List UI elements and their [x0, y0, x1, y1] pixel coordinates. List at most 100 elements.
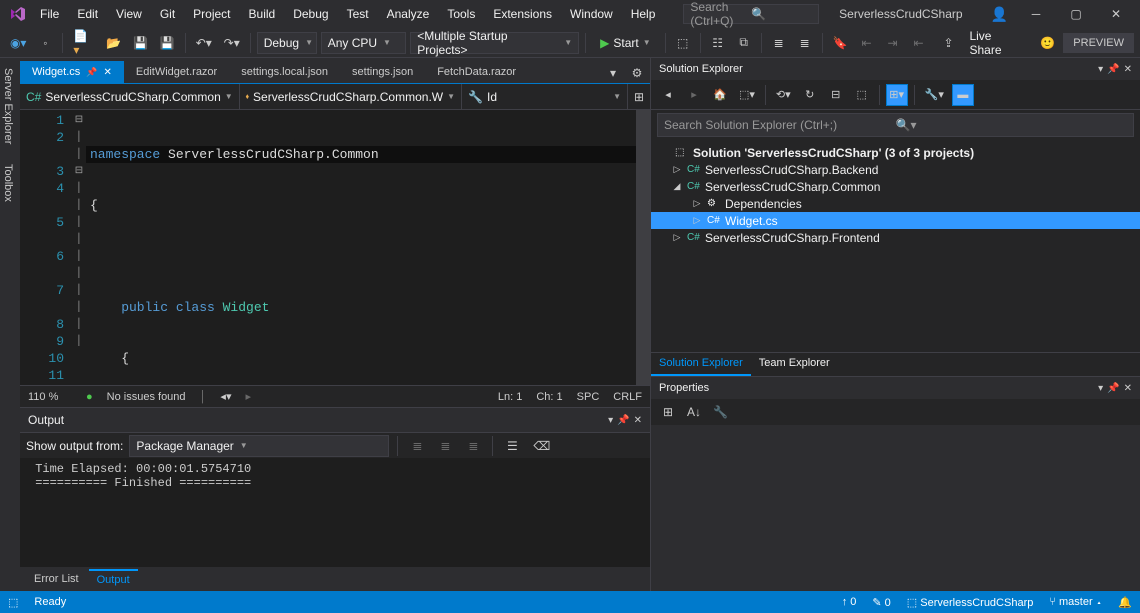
git-push-icon[interactable]: ↑ 0	[842, 596, 857, 608]
output-source-combo[interactable]: Package Manager▼	[129, 435, 389, 457]
save-icon[interactable]: 💾	[129, 32, 152, 54]
toolbox-tab[interactable]: Toolbox	[0, 154, 20, 212]
menu-test[interactable]: Test	[339, 3, 377, 25]
close-icon[interactable]: ✕	[104, 67, 112, 78]
bookmark-icon[interactable]: 🔖	[829, 32, 852, 54]
preview-button[interactable]: PREVIEW	[1063, 33, 1134, 53]
panel-menu-icon[interactable]: ▾	[608, 415, 613, 426]
se-collapse-icon[interactable]: ⊟	[825, 84, 847, 106]
save-all-icon[interactable]: 💾	[156, 32, 179, 54]
menu-view[interactable]: View	[108, 3, 150, 25]
pin-icon[interactable]: 📌	[86, 67, 97, 78]
menu-help[interactable]: Help	[623, 3, 664, 25]
se-sync-icon[interactable]: ⟲▾	[772, 84, 795, 106]
tree-deps[interactable]: ▷⚙Dependencies	[651, 195, 1140, 212]
output-tool-2[interactable]: ≣	[434, 435, 456, 457]
editor-scrollbar[interactable]	[636, 110, 650, 385]
menu-git[interactable]: Git	[152, 3, 183, 25]
menu-tools[interactable]: Tools	[439, 3, 483, 25]
solution-tree[interactable]: ⬚Solution 'ServerlessCrudCSharp' (3 of 3…	[651, 140, 1140, 352]
minimize-button[interactable]: ─	[1016, 0, 1056, 28]
tool-icon-2[interactable]: ☷	[707, 32, 729, 54]
se-view-icon[interactable]: ⊞▾	[886, 84, 908, 106]
props-close-icon[interactable]: ✕	[1124, 383, 1132, 394]
nav-back-icon[interactable]: ◉▾	[6, 32, 30, 54]
tool-icon-4[interactable]: ≣	[768, 32, 790, 54]
output-tab[interactable]: Output	[89, 569, 138, 589]
props-wrench-icon[interactable]: 🔧	[709, 401, 732, 423]
nav-project-combo[interactable]: C#ServerlessCrudCSharp.Common▼	[20, 84, 240, 109]
tree-proj-backend[interactable]: ▷C#ServerlessCrudCSharp.Backend	[651, 161, 1140, 178]
git-repo[interactable]: ⬚ ServerlessCrudCSharp	[907, 596, 1034, 609]
tool-icon-5[interactable]: ≣	[794, 32, 816, 54]
menu-edit[interactable]: Edit	[69, 3, 106, 25]
props-cat-icon[interactable]: ⊞	[657, 401, 679, 423]
tree-proj-frontend[interactable]: ▷C#ServerlessCrudCSharp.Frontend	[651, 229, 1140, 246]
nav-fwd-icon[interactable]: ◦	[34, 32, 56, 54]
line-indicator[interactable]: Ln: 1	[498, 391, 522, 403]
fold-column[interactable]: ⊟││⊟││││││││││	[72, 110, 86, 385]
search-input[interactable]: Search (Ctrl+Q) 🔍	[683, 4, 819, 24]
tool-icon-1[interactable]: ⬚	[672, 32, 694, 54]
nav-prev-icon[interactable]: ◂▾	[220, 390, 231, 403]
startup-combo[interactable]: <Multiple Startup Projects>▼	[410, 32, 579, 54]
notifications-icon[interactable]: 🔔	[1118, 596, 1132, 609]
menu-build[interactable]: Build	[241, 3, 284, 25]
new-item-icon[interactable]: 📄▾	[69, 32, 98, 54]
props-grid[interactable]	[651, 425, 1140, 591]
se-showall-icon[interactable]: ⬚	[851, 84, 873, 106]
liveshare-label[interactable]: Live Share	[963, 29, 1032, 57]
se-tab[interactable]: Solution Explorer	[651, 353, 751, 376]
props-menu-icon[interactable]: ▾	[1098, 383, 1103, 394]
menu-file[interactable]: File	[32, 3, 67, 25]
tab-settings[interactable]: settings.json	[340, 61, 425, 83]
git-pull-icon[interactable]: ✎ 0	[872, 596, 890, 609]
user-avatar-icon[interactable]: 👤	[991, 6, 1008, 23]
start-button[interactable]: ▶Start▼	[592, 36, 659, 50]
maximize-button[interactable]: ▢	[1056, 0, 1096, 28]
redo-icon[interactable]: ↷▾	[220, 32, 244, 54]
git-branch[interactable]: ⑂ master ▴	[1049, 596, 1102, 608]
se-home-icon[interactable]: 🏠	[709, 84, 731, 106]
output-text[interactable]: Time Elapsed: 00:00:01.5754710 =========…	[20, 458, 650, 567]
tab-settings-local[interactable]: settings.local.json	[229, 61, 340, 83]
se-props-icon[interactable]: 🔧▾	[921, 84, 948, 106]
team-explorer-tab[interactable]: Team Explorer	[751, 353, 838, 376]
open-icon[interactable]: 📂	[102, 32, 125, 54]
issues-label[interactable]: No issues found	[107, 391, 186, 403]
se-menu-icon[interactable]: ▾	[1098, 64, 1103, 75]
tree-widget-cs[interactable]: ▷C#Widget.cs	[651, 212, 1140, 229]
se-search-input[interactable]: Search Solution Explorer (Ctrl+;)🔍▾	[657, 113, 1134, 137]
se-preview-icon[interactable]: ▬	[952, 84, 974, 106]
panel-pin-icon[interactable]: 📌	[617, 415, 629, 426]
char-indicator[interactable]: Ch: 1	[536, 391, 562, 403]
platform-combo[interactable]: Any CPU▼	[321, 32, 407, 54]
tool-icon-6[interactable]: ⇤	[855, 32, 877, 54]
panel-close-icon[interactable]: ✕	[634, 415, 642, 426]
nav-next-icon[interactable]: ▸	[245, 390, 251, 403]
se-back-icon[interactable]: ◂	[657, 84, 679, 106]
se-fwd-icon[interactable]: ▸	[683, 84, 705, 106]
nav-member-combo[interactable]: 🔧Id▼	[462, 84, 628, 109]
menu-extensions[interactable]: Extensions	[485, 3, 560, 25]
tool-icon-8[interactable]: ⇤	[907, 32, 929, 54]
menu-project[interactable]: Project	[185, 3, 238, 25]
se-switch-icon[interactable]: ⬚▾	[735, 84, 759, 106]
tab-widget-cs[interactable]: Widget.cs📌✕	[20, 61, 124, 83]
output-tool-4[interactable]: ☰	[501, 435, 523, 457]
output-tool-1[interactable]: ≣	[406, 435, 428, 457]
tab-menu-icon[interactable]: ▾	[602, 62, 624, 84]
nav-class-combo[interactable]: ⬪ServerlessCrudCSharp.Common.W▼	[240, 84, 462, 109]
tool-icon-7[interactable]: ⇥	[881, 32, 903, 54]
props-az-icon[interactable]: A↓	[683, 401, 705, 423]
se-close-icon[interactable]: ✕	[1124, 64, 1132, 75]
crlf-indicator[interactable]: CRLF	[613, 391, 642, 403]
zoom-level[interactable]: 110 %	[28, 391, 72, 403]
server-explorer-tab[interactable]: Server Explorer	[0, 58, 20, 154]
menu-window[interactable]: Window	[562, 3, 621, 25]
tree-proj-common[interactable]: ◢C#ServerlessCrudCSharp.Common	[651, 178, 1140, 195]
se-refresh-icon[interactable]: ↻	[799, 84, 821, 106]
liveshare-icon[interactable]: ⇪	[937, 32, 959, 54]
code-area[interactable]: namespace ServerlessCrudCSharp.Common { …	[86, 110, 636, 385]
tab-fetchdata[interactable]: FetchData.razor	[425, 61, 528, 83]
